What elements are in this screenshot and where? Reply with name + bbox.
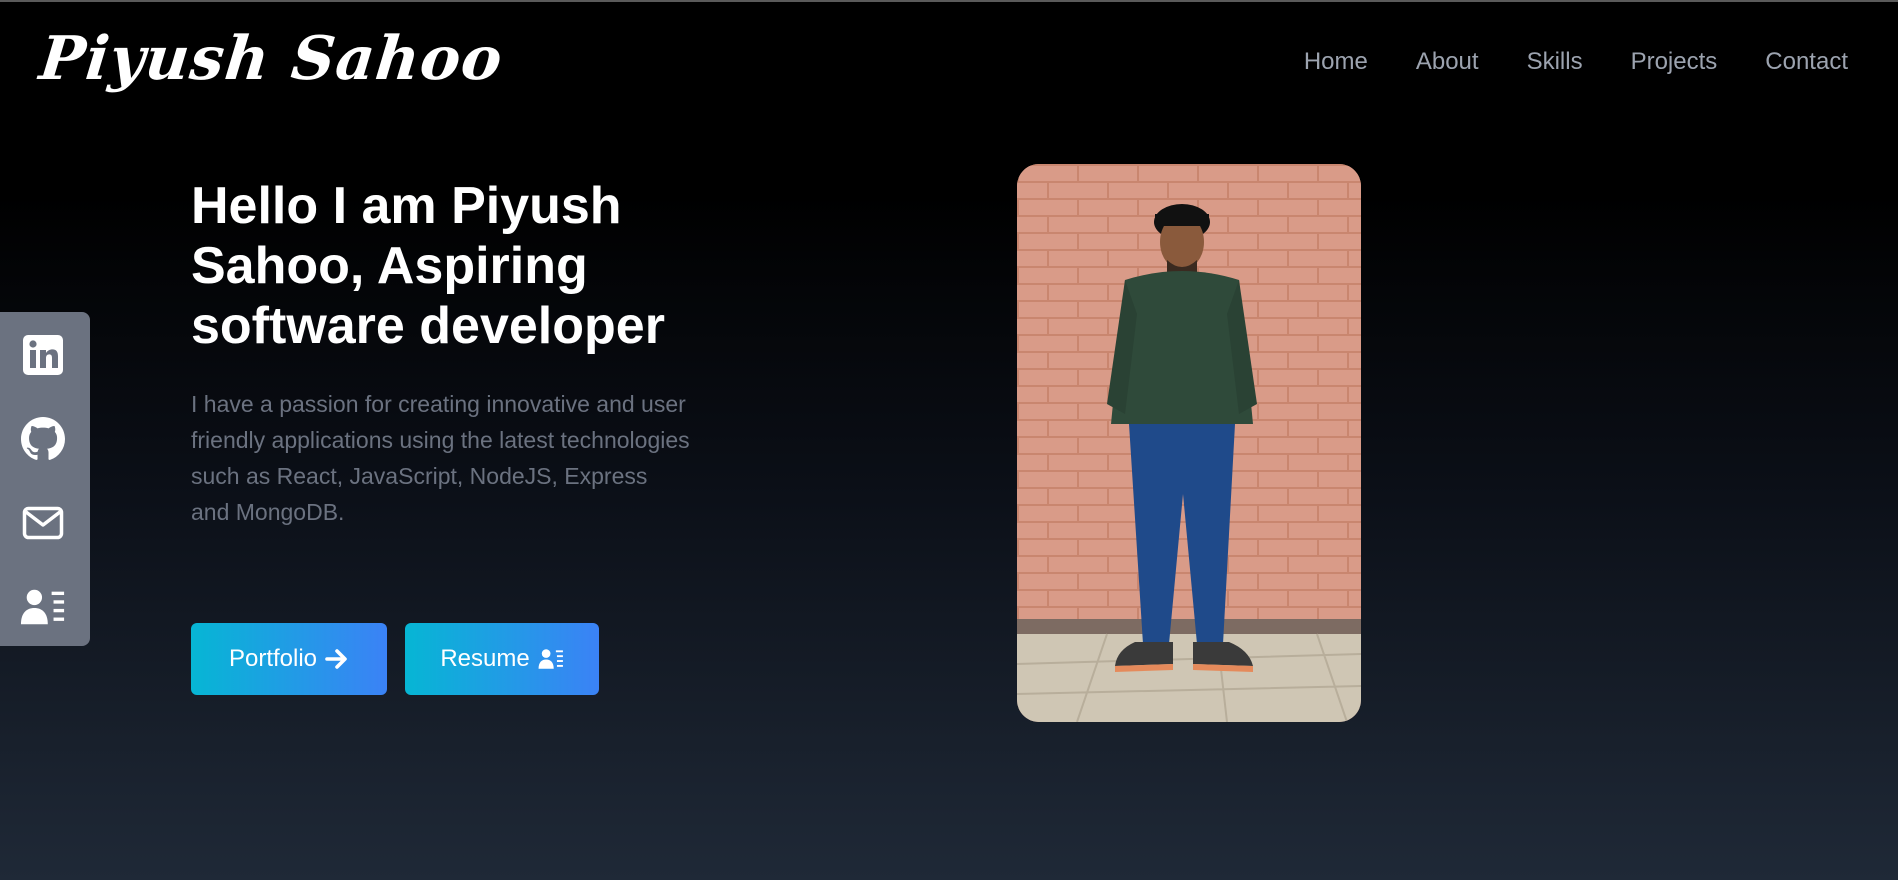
resume-icon [538, 649, 563, 669]
resume-button-label: Resume [440, 645, 530, 672]
hero-description: I have a passion for creating innovative… [191, 391, 690, 525]
email-link[interactable] [20, 500, 66, 546]
nav-link-about[interactable]: About [1416, 48, 1479, 75]
github-link[interactable] [20, 416, 66, 462]
nav-item-skills: Skills [1527, 48, 1583, 76]
resume-link[interactable] [20, 584, 66, 630]
nav-link-projects[interactable]: Projects [1631, 48, 1718, 75]
hero-title: Hello I am Piyush Sahoo, Aspiring softwa… [191, 177, 665, 355]
hero-intro: Hello I am Piyush Sahoo, Aspiring softwa… [191, 176, 711, 553]
nav-item-about: About [1416, 48, 1479, 76]
resume-icon [20, 589, 65, 625]
navbar: Piyush Sahoo Home About Skills Projects … [0, 2, 1898, 122]
hero-buttons: Portfolio Resume [191, 623, 599, 695]
portfolio-button-label: Portfolio [228, 645, 318, 672]
nav-item-projects: Projects [1631, 48, 1718, 76]
profile-photo-image [1017, 164, 1361, 722]
linkedin-link[interactable] [20, 332, 66, 378]
resume-button[interactable]: Resume [405, 623, 599, 695]
nav-menu: Home About Skills Projects Contact [1304, 48, 1848, 76]
mail-icon [22, 506, 64, 540]
nav-link-home[interactable]: Home [1304, 48, 1368, 75]
arrow-right-icon [325, 649, 347, 669]
nav-item-home: Home [1304, 48, 1368, 76]
social-links-bar [0, 312, 90, 646]
nav-link-contact[interactable]: Contact [1765, 48, 1848, 75]
linkedin-icon [23, 335, 63, 375]
github-icon [21, 417, 65, 460]
profile-photo [1017, 164, 1361, 722]
nav-item-contact: Contact [1765, 48, 1848, 76]
nav-link-skills[interactable]: Skills [1527, 48, 1583, 75]
portfolio-button[interactable]: Portfolio [191, 623, 387, 695]
site-logo[interactable]: Piyush Sahoo [36, 24, 506, 94]
